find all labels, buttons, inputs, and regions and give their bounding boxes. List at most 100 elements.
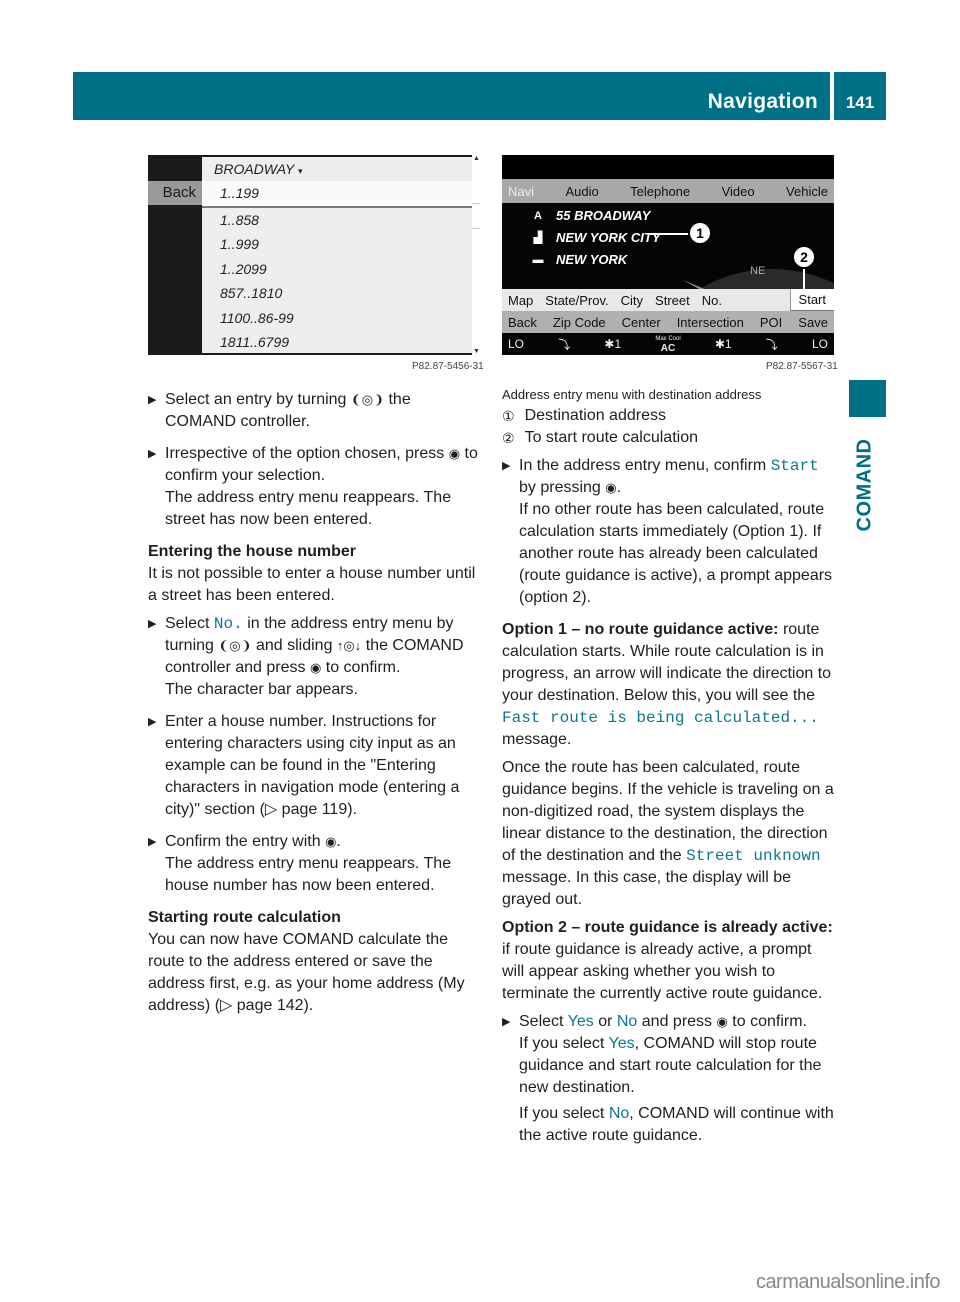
legend-item: ② To start route calculation xyxy=(502,427,836,449)
destination-state: ▬ NEW YORK xyxy=(532,252,628,267)
air-distribution-icon[interactable]: ⤵ xyxy=(766,336,778,353)
list-item[interactable]: 1811..6799 xyxy=(202,330,472,355)
scrollbar[interactable]: ▲ ▼ xyxy=(472,155,480,355)
step-result: The character bar appears. xyxy=(165,681,358,698)
scroll-up-icon[interactable]: ▲ xyxy=(473,155,480,162)
side-tab: COMAND xyxy=(845,430,885,540)
step-text: . xyxy=(336,833,341,850)
right-fan[interactable]: ✱1 xyxy=(715,337,732,351)
step-confirm-start: ▶ In the address entry menu, confirm Sta… xyxy=(502,455,836,609)
option-1-label: Option 1 – no route guidance active: xyxy=(502,621,779,638)
destination-street-text: 55 BROADWAY xyxy=(556,208,651,223)
tab-vehicle[interactable]: Vehicle xyxy=(786,184,828,199)
display-message-ref: Fast route is being calculated... xyxy=(502,709,819,727)
legend-item: ① Destination address xyxy=(502,405,836,427)
section-title: Navigation xyxy=(707,90,818,113)
state-icon: ▬ xyxy=(532,253,544,266)
city-icon: ▟ xyxy=(533,232,543,244)
step-text: to confirm. xyxy=(325,659,401,676)
list-item[interactable]: 1..858 xyxy=(202,208,472,233)
step-text: and press xyxy=(641,1013,713,1030)
cmd-back[interactable]: Back xyxy=(508,315,537,330)
menu-number[interactable]: No. xyxy=(696,293,728,308)
step-text: If you select xyxy=(519,1035,605,1052)
step-text: or xyxy=(598,1013,613,1030)
press-controller-icon: ◉ xyxy=(309,660,322,675)
step-text: to confirm. xyxy=(732,1013,807,1030)
list-item[interactable]: 1..999 xyxy=(202,232,472,257)
heading-route-calculation: Starting route calculation xyxy=(148,909,341,926)
tab-audio[interactable]: Audio xyxy=(565,184,598,199)
bullet-arrow-icon: ▶ xyxy=(148,716,157,728)
destination-city-text: NEW YORK CITY xyxy=(556,230,661,245)
turn-controller-icon: ❨◎❩ xyxy=(218,638,252,653)
scroll-thumb[interactable] xyxy=(472,203,480,229)
cmd-intersection[interactable]: Intersection xyxy=(677,315,744,330)
display-message-ref: Street unknown xyxy=(686,847,821,865)
bullet-arrow-icon: ▶ xyxy=(502,1016,511,1028)
cmd-center[interactable]: Center xyxy=(622,315,661,330)
step-text: Enter a house number. Instructions for e… xyxy=(165,713,460,818)
route-intro: You can now have COMAND calculate the ro… xyxy=(148,931,465,1014)
no-result: If you select No, COMAND will continue w… xyxy=(519,1103,836,1147)
cmd-save[interactable]: Save xyxy=(798,315,828,330)
step-text: Select xyxy=(165,615,210,632)
tab-navi[interactable]: Navi xyxy=(508,184,534,199)
right-column: Address entry menu with destination addr… xyxy=(502,385,836,1157)
scroll-down-icon[interactable]: ▼ xyxy=(473,348,480,355)
step-text: Select an entry by turning xyxy=(165,391,347,408)
step-text: Select xyxy=(519,1013,564,1030)
legend-text: Destination address xyxy=(524,407,666,424)
header-bar: Navigation xyxy=(73,72,830,120)
step-text: by pressing xyxy=(519,479,601,496)
main-nav-bar: Navi Audio Telephone Video Vehicle xyxy=(502,179,834,203)
left-fan[interactable]: ✱1 xyxy=(604,337,621,351)
step-result: The address entry menu reappears. The st… xyxy=(165,489,452,528)
list-item[interactable]: 857..1810 xyxy=(202,281,472,306)
left-temp[interactable]: LO xyxy=(508,337,524,351)
menu-state[interactable]: State/Prov. xyxy=(539,293,614,308)
destination-state-text: NEW YORK xyxy=(556,252,628,267)
menu-city[interactable]: City xyxy=(615,293,649,308)
option-yes-ref: Yes xyxy=(608,1035,635,1052)
left-column: ▶ Select an entry by turning ❨◎❩ the COM… xyxy=(148,389,483,1017)
watermark: carmanualsonline.info xyxy=(755,1271,941,1293)
list-title: BROADWAY ▾ xyxy=(202,157,472,181)
street-name: BROADWAY xyxy=(214,161,295,177)
back-button[interactable]: Back xyxy=(148,181,202,205)
list-item[interactable]: 1..2099 xyxy=(202,257,472,282)
start-button[interactable]: Start xyxy=(789,288,834,312)
step-text: Confirm the entry with xyxy=(165,833,321,850)
right-temp[interactable]: LO xyxy=(812,337,828,351)
press-controller-icon: ◉ xyxy=(448,446,461,461)
cmd-zip-code[interactable]: Zip Code xyxy=(553,315,606,330)
menu-street[interactable]: Street xyxy=(649,293,696,308)
max-cool-ac[interactable]: Max Cool AC xyxy=(655,335,680,354)
cmd-poi[interactable]: POI xyxy=(760,315,782,330)
side-tab-block xyxy=(849,380,886,417)
house-number-list-screenshot: Back BROADWAY ▾ 1..199 1..858 1..999 1..… xyxy=(148,155,480,355)
destination-city: ▟ NEW YORK CITY xyxy=(532,230,661,245)
step-select-yes-no: ▶ Select Yes or No and press ◉ to confir… xyxy=(502,1011,836,1147)
tab-telephone[interactable]: Telephone xyxy=(630,184,690,199)
callout-number: ② xyxy=(502,430,515,446)
air-distribution-icon[interactable]: ⤵ xyxy=(558,336,570,353)
turn-controller-icon: ❨◎❩ xyxy=(350,392,385,407)
paragraph-text: if route guidance is already active, a p… xyxy=(502,941,823,1002)
option-no-ref: No xyxy=(608,1105,630,1122)
step-text: . xyxy=(616,479,622,496)
list-item[interactable]: 1100..86-99 xyxy=(202,306,472,331)
slide-controller-icon: ↑◎↓ xyxy=(336,638,362,653)
callout-number: ① xyxy=(502,408,515,424)
bullet-arrow-icon: ▶ xyxy=(148,448,157,460)
chevron-down-icon: ▾ xyxy=(298,166,303,176)
paragraph-text: message. In this case, the display will … xyxy=(502,869,792,908)
list-item[interactable]: 1..199 xyxy=(202,181,472,208)
menu-map[interactable]: Map xyxy=(502,293,539,308)
address-entry-screenshot: Navi Audio Telephone Video Vehicle NE A … xyxy=(502,155,834,355)
tab-video[interactable]: Video xyxy=(722,184,755,199)
step-result: The address entry menu reappears. The ho… xyxy=(165,855,452,894)
ac-label: AC xyxy=(660,343,676,354)
compass-label: NE xyxy=(750,265,766,277)
press-controller-icon: ◉ xyxy=(325,834,337,849)
